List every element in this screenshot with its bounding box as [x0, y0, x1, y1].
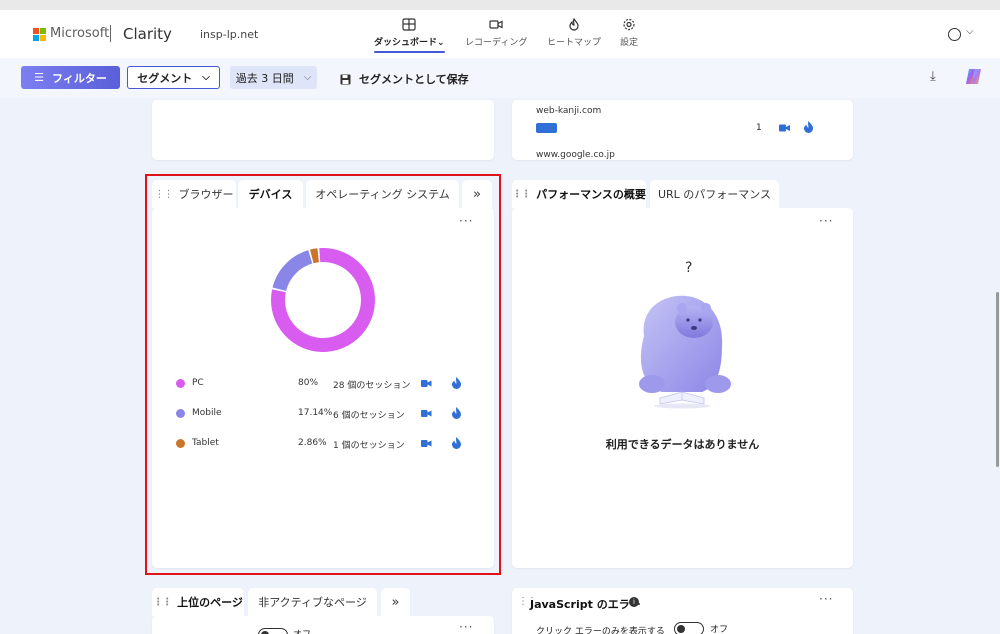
- brand-name: Microsoft: [50, 26, 110, 41]
- performance-card: ··· ? 利用できるデータはありません: [512, 208, 853, 568]
- tab-performance-overview[interactable]: ⋮⋮ パフォーマンスの概要: [512, 180, 646, 208]
- filter-icon: ☰: [34, 71, 45, 84]
- page-scrollbar[interactable]: [996, 292, 999, 467]
- tab-performance-overview-label: パフォーマンスの概要: [536, 188, 646, 201]
- nav-heatmaps[interactable]: ヒートマップ: [547, 18, 601, 48]
- nav-recordings-label: レコーディング: [465, 38, 528, 48]
- date-range-dropdown[interactable]: 過去 3 日間 ⌵: [230, 66, 317, 89]
- referrer-session-count: 1: [756, 123, 762, 133]
- more-options-icon[interactable]: ···: [819, 592, 833, 606]
- heatmap-icon[interactable]: [804, 121, 813, 133]
- filter-button-label: フィルター: [52, 71, 107, 85]
- nav-dashboard[interactable]: ダッシュボード⌄: [374, 18, 445, 53]
- click-errors-only-toggle[interactable]: [674, 622, 704, 634]
- account-menu-chevron-icon[interactable]: ⌵: [966, 26, 974, 37]
- bear-reading-illustration: [639, 295, 731, 409]
- date-range-label: 過去 3 日間: [235, 71, 294, 85]
- info-icon[interactable]: i: [629, 597, 639, 607]
- toggle-state-label: オフ: [293, 627, 311, 634]
- copilot-icon[interactable]: [964, 67, 983, 86]
- video-camera-icon: [489, 20, 503, 29]
- more-options-icon[interactable]: ···: [819, 214, 833, 228]
- filter-button[interactable]: ☰ フィルター: [21, 66, 120, 89]
- segment-dropdown[interactable]: セグメント ⌵: [127, 66, 220, 89]
- card-title: JavaScript のエラー: [530, 598, 641, 611]
- more-tabs-button[interactable]: »: [381, 588, 410, 616]
- toggle-switch[interactable]: [258, 628, 288, 634]
- question-mark: ?: [685, 260, 693, 276]
- nav-settings[interactable]: 設定: [620, 18, 638, 48]
- chevron-down-icon: ⌵: [202, 72, 210, 83]
- recording-icon[interactable]: [779, 123, 791, 133]
- double-chevron-right-icon: »: [391, 594, 400, 610]
- referrer-bar: [536, 123, 557, 133]
- project-name[interactable]: insp-lp.net: [200, 28, 258, 41]
- chevron-down-icon: ⌵: [303, 72, 312, 83]
- nav-dashboard-label: ダッシュボード: [374, 38, 438, 48]
- toggle-knob: [261, 630, 269, 634]
- nav-recordings[interactable]: レコーディング: [465, 18, 527, 48]
- browser-top-strip: [0, 0, 1000, 10]
- top-pages-card: ··· オフ: [152, 616, 494, 634]
- account-avatar-icon[interactable]: [948, 28, 961, 41]
- toggle-state-label: オフ: [710, 625, 729, 634]
- header-divider: [110, 25, 111, 42]
- click-errors-only-label: クリック エラーのみを表示する: [536, 627, 665, 634]
- nav-heatmaps-label: ヒートマップ: [547, 38, 602, 48]
- tab-url-performance-label: URL のパフォーマンス: [657, 188, 772, 201]
- drag-handle-icon[interactable]: ⋮⋮: [153, 597, 172, 608]
- referrer-url[interactable]: www.google.co.jp: [536, 150, 615, 160]
- top-left-card: [152, 100, 494, 160]
- highlight-box: [145, 174, 501, 575]
- more-options-icon[interactable]: ···: [459, 620, 473, 634]
- gear-icon: [623, 18, 635, 31]
- toggle-knob: [677, 624, 685, 633]
- dashboard-icon: [402, 18, 416, 31]
- flame-icon: [569, 18, 579, 31]
- app-header: Microsoft Clarity insp-lp.net ダッシュボード⌄ レ…: [0, 10, 1000, 58]
- microsoft-logo-icon: [33, 28, 46, 41]
- app-name[interactable]: Clarity: [123, 25, 172, 43]
- javascript-errors-card: ⋮⋮ JavaScript のエラー i ··· クリック エラーのみを表示する…: [512, 588, 853, 634]
- referrer-url[interactable]: web-kanji.com: [536, 106, 601, 116]
- tab-inactive-pages[interactable]: 非アクティブなページ: [248, 588, 377, 616]
- tab-top-pages-label: 上位のページ: [177, 596, 243, 609]
- tab-inactive-pages-label: 非アクティブなページ: [258, 596, 367, 609]
- referrers-card: web-kanji.com 1 www.google.co.jp: [512, 100, 853, 160]
- tab-url-performance[interactable]: URL のパフォーマンス: [650, 180, 779, 208]
- segment-label: セグメント: [137, 71, 193, 85]
- filter-toolbar: ☰ フィルター セグメント ⌵ 過去 3 日間 ⌵ セグメントとして保存 ⤓: [0, 58, 1000, 98]
- active-tab-underline: [374, 51, 445, 53]
- empty-state-message: 利用できるデータはありません: [605, 438, 760, 451]
- nav-settings-label: 設定: [620, 38, 639, 48]
- save-as-segment-button[interactable]: セグメントとして保存: [340, 71, 469, 87]
- tab-top-pages[interactable]: ⋮⋮ 上位のページ: [152, 588, 244, 616]
- chevron-down-icon: ⌄: [437, 38, 445, 48]
- drag-handle-icon[interactable]: ⋮⋮: [512, 189, 531, 200]
- save-as-segment-label: セグメントとして保存: [359, 73, 469, 86]
- save-icon: [340, 74, 351, 84]
- download-icon[interactable]: ⤓: [930, 69, 936, 84]
